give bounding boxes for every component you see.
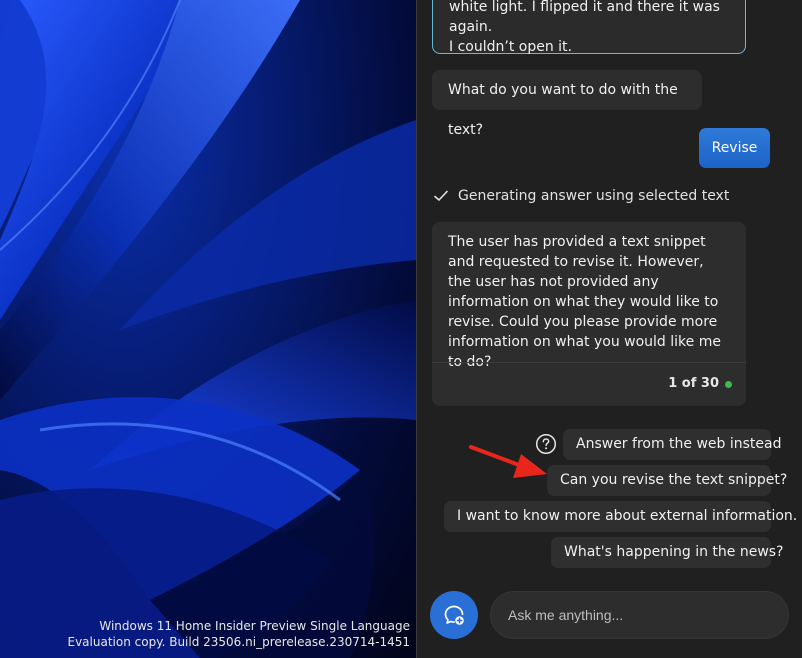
bloom-wallpaper-art [0,0,416,658]
checkmark-icon [434,190,448,201]
windows-watermark: Windows 11 Home Insider Preview Single L… [68,618,411,650]
red-arrow-icon [469,445,547,478]
user-quote-line-1: white light. I flipped it and there it w… [449,0,720,35]
new-topic-icon [444,605,464,625]
revise-button[interactable]: Revise [699,128,770,168]
status-text: Generating answer using selected text [458,188,730,204]
user-message-quote: white light. I flipped it and there it w… [432,0,746,55]
desktop-wallpaper: Windows 11 Home Insider Preview Single L… [0,0,416,658]
user-quote-line-2: I couldn’t open it. [449,39,572,55]
watermark-line-2: Evaluation copy. Build 23506.ni_prerelea… [67,635,411,649]
answer-text: The user has provided a text snippet and… [448,234,721,370]
status-dot-icon [725,380,732,388]
new-topic-button[interactable] [430,591,478,639]
assistant-question-bubble: What do you want to do with the text? [432,70,702,138]
suggestion-external-information[interactable]: I want to know more about external infor… [444,501,797,532]
watermark-line-1: Windows 11 Home Insider Preview Single L… [99,619,410,633]
ask-input[interactable] [490,591,789,639]
suggestion-revise-snippet[interactable]: Can you revise the text snippet? [547,465,787,496]
suggestion-whats-happening[interactable]: What's happening in the news? [551,537,784,568]
turn-count-text: 1 of 30 [668,376,719,391]
suggestion-answer-from-web[interactable]: Answer from the web instead [563,429,782,460]
turn-counter: 1 of 30 [668,374,732,394]
assistant-answer-bubble: The user has provided a text snippet and… [432,222,746,406]
generating-status: Generating answer using selected text [434,186,729,206]
copilot-panel: white light. I flipped it and there it w… [417,0,802,658]
answer-divider [432,362,746,363]
